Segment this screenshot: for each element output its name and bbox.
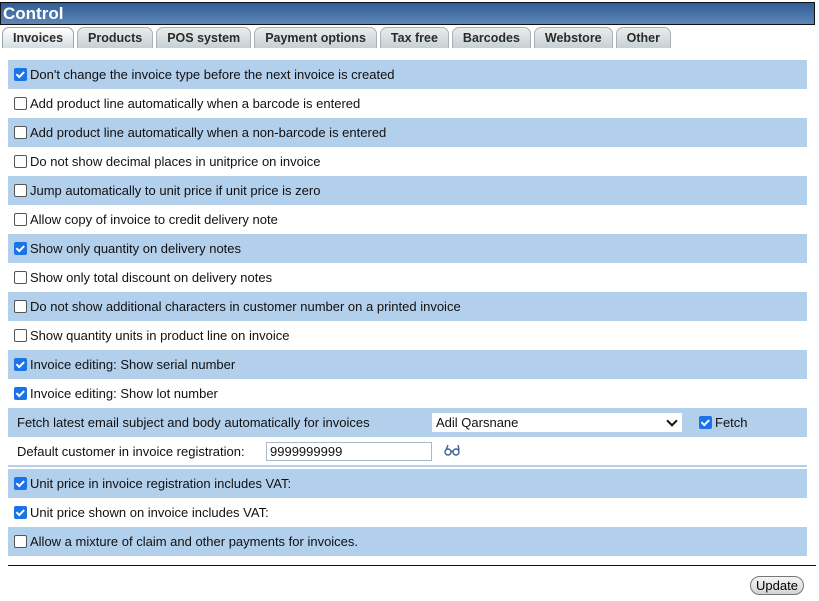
option-label: Jump automatically to unit price if unit… [30, 183, 321, 198]
option-checkbox[interactable] [14, 68, 27, 81]
option-row: Do not show additional characters in cus… [8, 292, 807, 321]
fetch-checkbox[interactable] [699, 416, 712, 429]
option-checkbox[interactable] [14, 300, 27, 313]
fetch-toggle[interactable]: Fetch [698, 415, 748, 430]
option-label: Do not show decimal places in unitprice … [30, 154, 321, 169]
option-label: Show only quantity on delivery notes [30, 241, 242, 256]
option-checkbox[interactable] [14, 329, 27, 342]
option-label: Add product line automatically when a ba… [30, 96, 361, 111]
option-checkbox[interactable] [14, 271, 27, 284]
option-row: Add product line automatically when a ba… [8, 89, 807, 118]
option-label: Allow copy of invoice to credit delivery… [30, 212, 278, 227]
option-row: Jump automatically to unit price if unit… [8, 176, 807, 205]
option-checkbox[interactable] [14, 126, 27, 139]
option-row: Do not show decimal places in unitprice … [8, 147, 807, 176]
default-customer-label: Default customer in invoice registration… [17, 443, 245, 459]
user-select[interactable]: Adil Qarsnane [432, 413, 682, 432]
title-bar: Control [0, 2, 815, 25]
tab-pos-system[interactable]: POS system [156, 27, 252, 48]
option-label: Unit price in invoice registration inclu… [30, 476, 292, 491]
option-row: Unit price in invoice registration inclu… [8, 469, 807, 498]
option-label: Allow a mixture of claim and other payme… [30, 534, 359, 549]
update-button[interactable]: Update [750, 576, 804, 595]
tab-bar: Invoices Products POS system Payment opt… [2, 27, 674, 49]
option-label: Don't change the invoice type before the… [30, 67, 395, 82]
fetch-email-label: Fetch latest email subject and body auto… [17, 415, 370, 430]
option-row: Invoice editing: Show lot number [8, 379, 807, 408]
tab-payment-options[interactable]: Payment options [254, 27, 377, 48]
tab-webstore[interactable]: Webstore [533, 27, 613, 48]
option-checkbox[interactable] [14, 213, 27, 226]
tab-other[interactable]: Other [615, 27, 671, 48]
default-customer-row: Default customer in invoice registration… [8, 437, 807, 467]
chevron-down-icon [666, 414, 678, 427]
option-row: Add product line automatically when a no… [8, 118, 807, 147]
option-checkbox[interactable] [14, 387, 27, 400]
option-label: Show only total discount on delivery not… [30, 270, 273, 285]
option-row: Don't change the invoice type before the… [8, 60, 807, 89]
option-checkbox[interactable] [14, 97, 27, 110]
option-checkbox[interactable] [14, 184, 27, 197]
option-checkbox[interactable] [14, 535, 27, 548]
option-row: Allow a mixture of claim and other payme… [8, 527, 807, 556]
default-customer-input[interactable]: 9999999999 [266, 441, 432, 461]
option-checkbox[interactable] [14, 358, 27, 371]
option-row: Invoice editing: Show serial number [8, 350, 807, 379]
fetch-email-row: Fetch latest email subject and body auto… [8, 408, 807, 437]
tab-barcodes[interactable]: Barcodes [451, 27, 531, 48]
tab-products[interactable]: Products [77, 27, 154, 48]
option-label: Do not show additional characters in cus… [30, 299, 461, 314]
option-row: Allow copy of invoice to credit delivery… [8, 205, 807, 234]
user-select-value: Adil Qarsnane [436, 415, 519, 430]
option-row: Show quantity units in product line on i… [8, 321, 807, 350]
option-label: Invoice editing: Show serial number [30, 357, 236, 372]
tab-invoices[interactable]: Invoices [2, 27, 75, 48]
option-label: Unit price shown on invoice includes VAT… [30, 505, 269, 520]
option-checkbox[interactable] [14, 506, 27, 519]
settings-form: Don't change the invoice type before the… [8, 60, 807, 556]
tab-tax-free[interactable]: Tax free [379, 27, 449, 48]
glasses-icon[interactable] [444, 444, 460, 459]
option-row: Unit price shown on invoice includes VAT… [8, 498, 807, 527]
option-checkbox[interactable] [14, 242, 27, 255]
option-label: Show quantity units in product line on i… [30, 328, 290, 343]
option-row: Show only total discount on delivery not… [8, 263, 807, 292]
page-title: Control [3, 4, 64, 23]
fetch-checkbox-label: Fetch [715, 415, 748, 430]
option-checkbox[interactable] [14, 477, 27, 490]
option-label: Invoice editing: Show lot number [30, 386, 218, 401]
option-checkbox[interactable] [14, 155, 27, 168]
option-label: Add product line automatically when a no… [30, 125, 387, 140]
footer-divider [8, 565, 816, 566]
option-row: Show only quantity on delivery notes [8, 234, 807, 263]
